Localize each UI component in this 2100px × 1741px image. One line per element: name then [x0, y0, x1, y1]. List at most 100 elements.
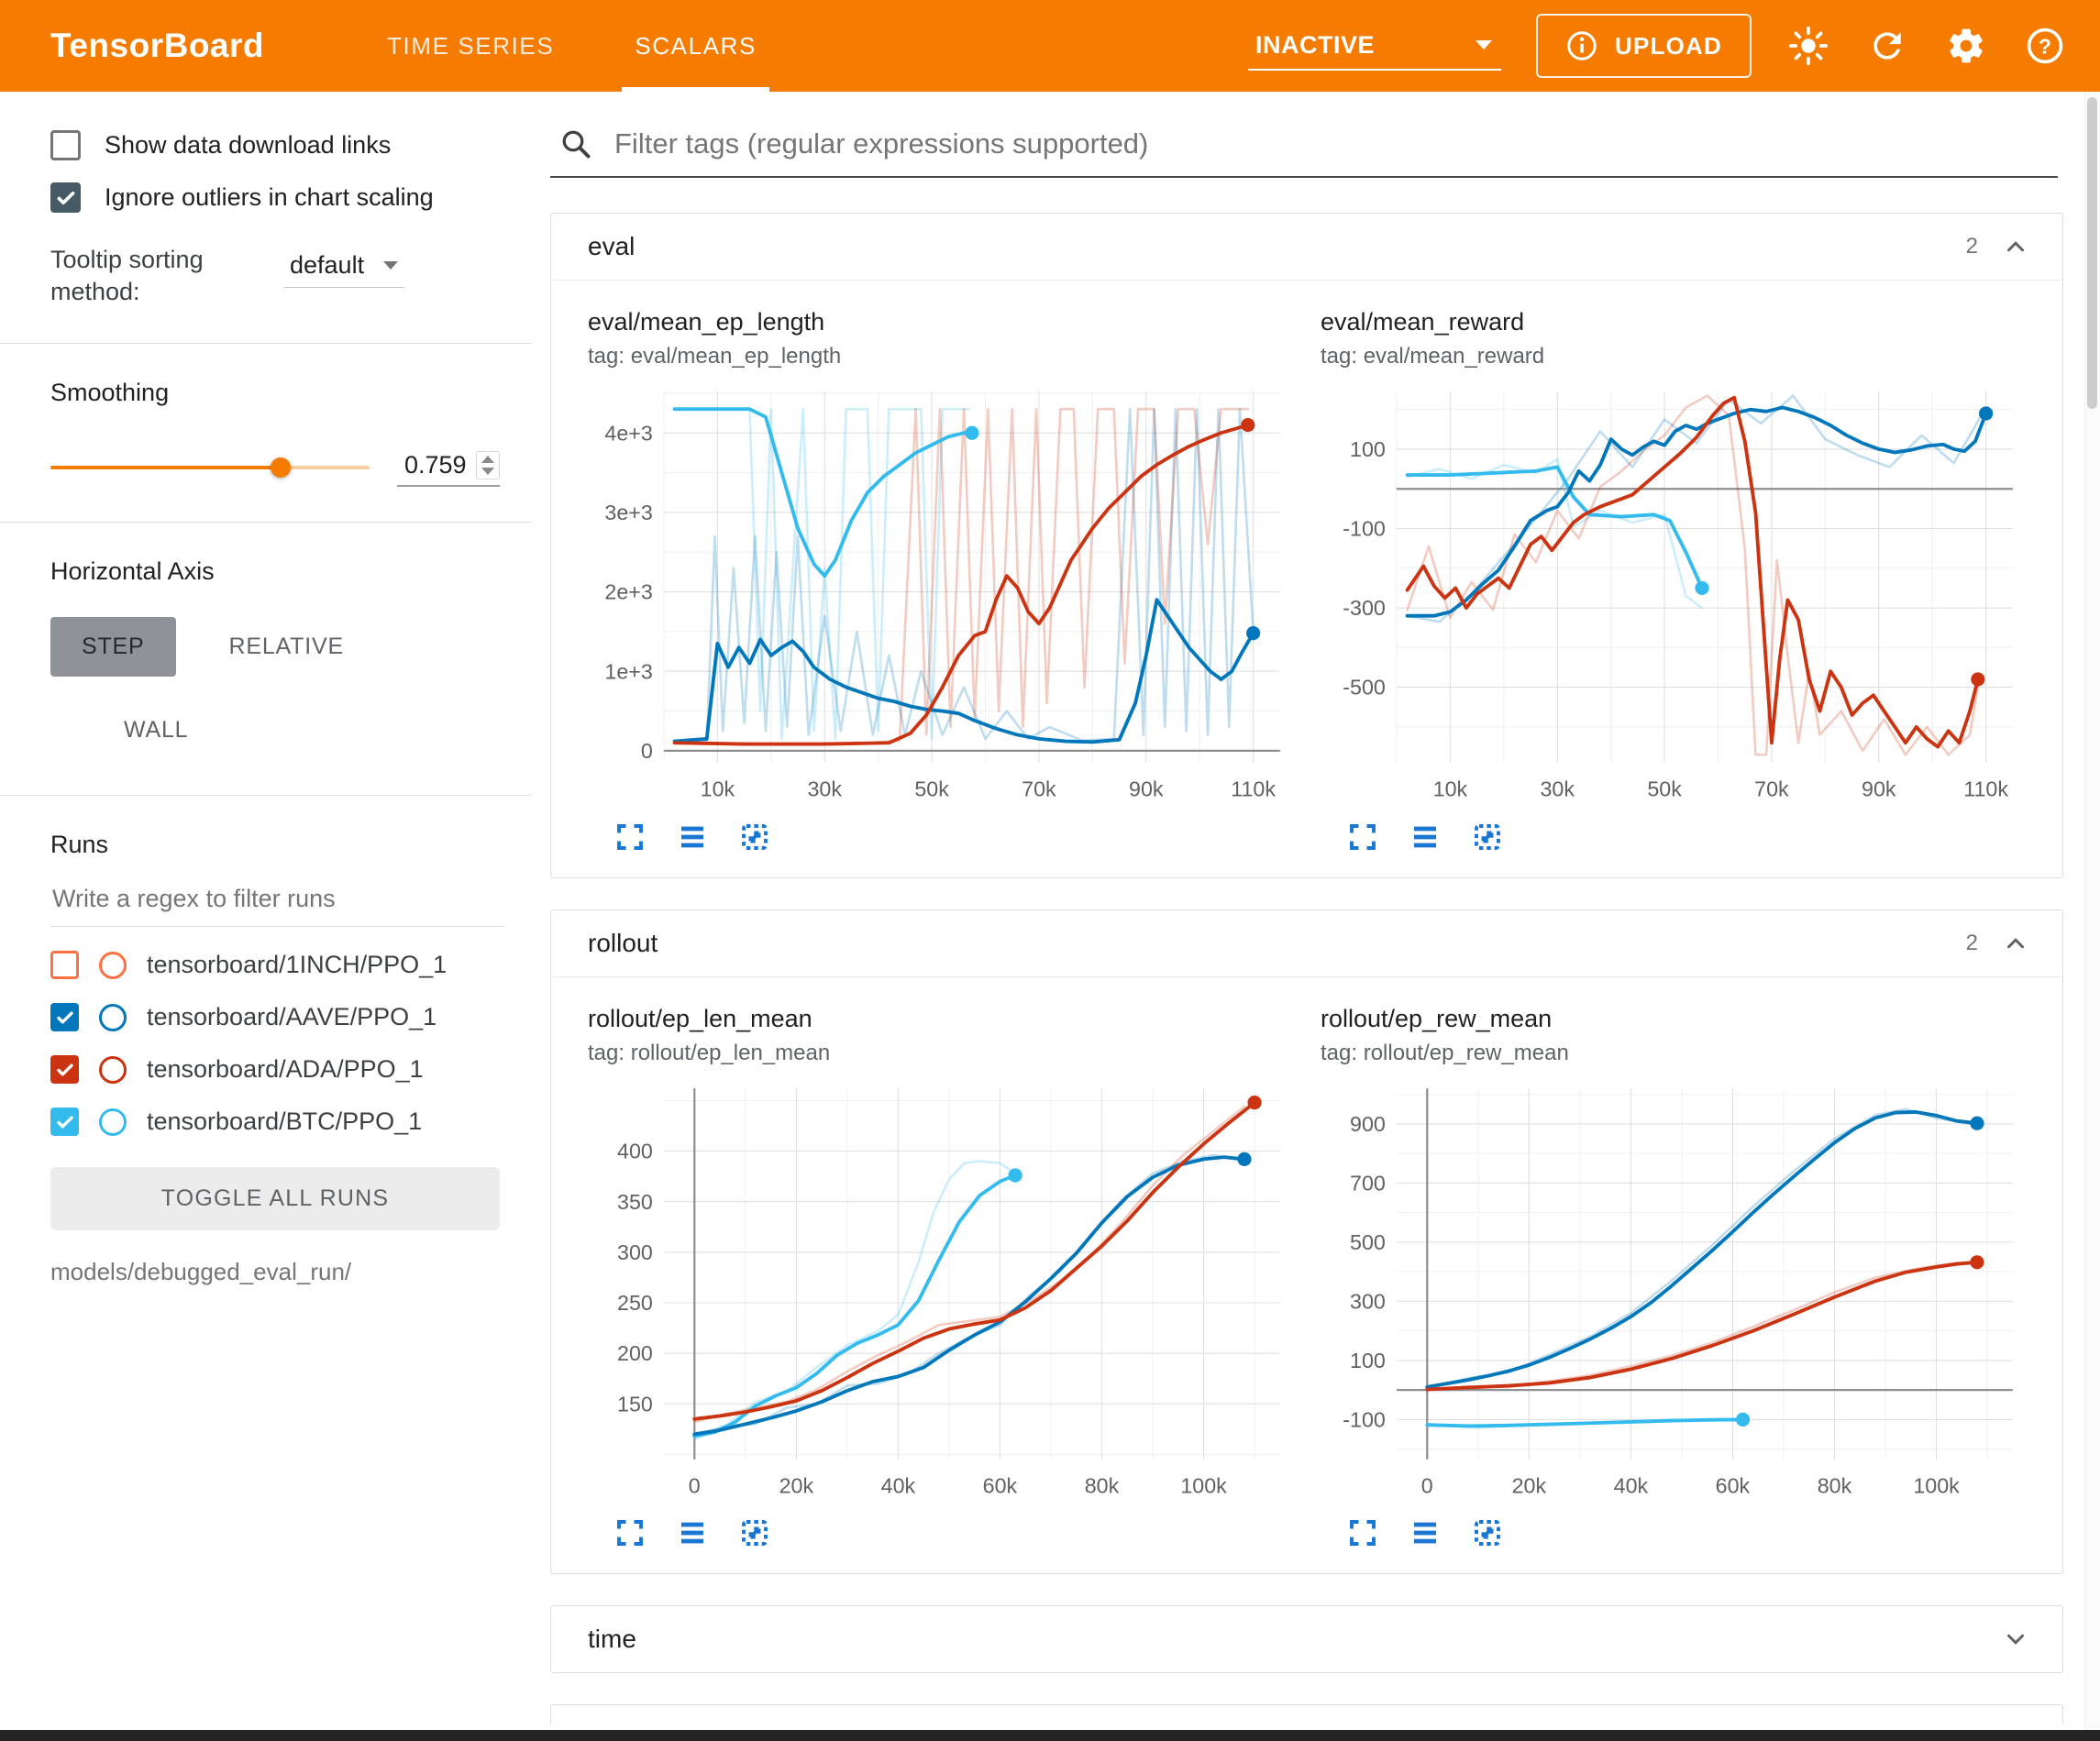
divider [0, 522, 532, 523]
svg-text:40k: 40k [881, 1473, 916, 1497]
data-table-icon[interactable] [1407, 1516, 1443, 1553]
chart-panel-eval-mean-reward: eval/mean_reward tag: eval/mean_reward 1… [1321, 304, 2026, 857]
tab-scalars[interactable]: SCALARS [622, 0, 769, 92]
run-item-btc[interactable]: tensorboard/BTC/PPO_1 [50, 1107, 500, 1136]
svg-text:350: 350 [617, 1189, 653, 1213]
chevron-down-icon [1474, 39, 1494, 51]
svg-text:60k: 60k [983, 1473, 1018, 1497]
fullscreen-icon[interactable] [612, 821, 648, 857]
collapse-section-icon[interactable] [2002, 233, 2029, 260]
scalar-line-chart[interactable]: 10k30k50k70k90k110k01e+32e+33e+34e+3 [588, 379, 1293, 815]
vertical-scrollbar[interactable] [2084, 92, 2100, 1730]
svg-text:-100: -100 [1343, 1407, 1386, 1431]
brightness-icon[interactable] [1786, 24, 1830, 68]
chart-tag: tag: rollout/ep_len_mean [588, 1041, 1293, 1066]
section-title: rollout [588, 929, 658, 958]
smoothing-stepper[interactable] [476, 451, 500, 479]
data-table-icon[interactable] [1407, 821, 1443, 857]
help-icon[interactable]: ? [2023, 24, 2067, 68]
refresh-icon[interactable] [1865, 24, 1909, 68]
settings-icon[interactable] [1944, 24, 1988, 68]
step-down-icon[interactable] [481, 468, 494, 475]
svg-text:30k: 30k [807, 777, 842, 800]
run-color-ring [99, 952, 127, 979]
svg-text:40k: 40k [1614, 1473, 1649, 1497]
run-filter-input[interactable] [50, 879, 503, 927]
svg-text:500: 500 [1350, 1230, 1386, 1254]
smoothing-slider-knob[interactable] [271, 457, 291, 478]
show-download-links-row[interactable]: Show data download links [50, 130, 500, 160]
svg-text:90k: 90k [1862, 777, 1896, 800]
fit-domain-icon[interactable] [736, 1516, 773, 1553]
data-table-icon[interactable] [674, 821, 711, 857]
svg-text:400: 400 [617, 1139, 653, 1163]
tab-time-series[interactable]: TIME SERIES [374, 0, 567, 92]
chart-tag: tag: rollout/ep_rew_mean [1321, 1041, 2026, 1066]
axis-wall-button[interactable]: WALL [111, 700, 201, 760]
upload-button[interactable]: UPLOAD [1536, 14, 1752, 78]
run-checkbox[interactable] [50, 951, 79, 979]
svg-text:80k: 80k [1818, 1473, 1852, 1497]
dashboard-main: eval 2 eval/mean_ep_length tag: eval/mea… [532, 92, 2100, 1730]
section-card-rollout: rollout 2 rollout/ep_len_mean tag: rollo… [550, 909, 2063, 1575]
show-download-links-label: Show data download links [105, 131, 391, 160]
tooltip-sorting-label: Tooltip sorting method: [50, 244, 284, 308]
fullscreen-icon[interactable] [1344, 821, 1381, 857]
run-item-aave[interactable]: tensorboard/AAVE/PPO_1 [50, 1003, 500, 1031]
svg-text:-100: -100 [1343, 517, 1386, 541]
step-up-icon[interactable] [481, 456, 494, 463]
run-label: tensorboard/ADA/PPO_1 [147, 1055, 424, 1084]
fit-domain-icon[interactable] [1469, 821, 1506, 857]
toggle-all-runs-button[interactable]: TOGGLE ALL RUNS [50, 1167, 500, 1230]
run-color-ring [99, 1108, 127, 1136]
tag-filter-input[interactable] [613, 127, 2049, 161]
status-dropdown[interactable]: INACTIVE [1248, 22, 1501, 71]
scalar-line-chart[interactable]: 020k40k60k80k100k150200250300350400 [588, 1075, 1293, 1512]
run-checkbox[interactable] [50, 1107, 79, 1136]
runs-label: Runs [50, 831, 500, 859]
show-download-links-checkbox[interactable] [50, 130, 81, 160]
run-label: tensorboard/BTC/PPO_1 [147, 1107, 422, 1136]
section-header-rollout[interactable]: rollout 2 [551, 910, 2062, 977]
collapse-section-icon[interactable] [2002, 930, 2029, 957]
status-dropdown-value: INACTIVE [1255, 31, 1375, 60]
smoothing-value-input[interactable]: 0.759 [397, 447, 500, 487]
svg-text:70k: 70k [1754, 777, 1789, 800]
svg-text:1e+3: 1e+3 [604, 659, 652, 683]
smoothing-slider[interactable] [50, 466, 370, 469]
app-header: TensorBoard TIME SERIES SCALARS INACTIVE… [0, 0, 2100, 92]
ignore-outliers-row[interactable]: Ignore outliers in chart scaling [50, 182, 500, 213]
fullscreen-icon[interactable] [612, 1516, 648, 1553]
run-item-1inch[interactable]: tensorboard/1INCH/PPO_1 [50, 951, 500, 979]
svg-text:110k: 110k [1963, 777, 2008, 800]
fit-domain-icon[interactable] [736, 821, 773, 857]
svg-text:100k: 100k [1913, 1473, 1960, 1497]
svg-text:900: 900 [1350, 1112, 1386, 1136]
svg-text:3e+3: 3e+3 [604, 501, 652, 524]
data-table-icon[interactable] [674, 1516, 711, 1553]
expand-section-icon[interactable] [2002, 1625, 2029, 1653]
tooltip-sorting-dropdown[interactable]: default [284, 249, 404, 288]
run-checkbox[interactable] [50, 1003, 79, 1031]
svg-text:60k: 60k [1716, 1473, 1751, 1497]
chart-panel-rollout-ep-rew-mean: rollout/ep_rew_mean tag: rollout/ep_rew_… [1321, 1001, 2026, 1554]
fullscreen-icon[interactable] [1344, 1516, 1381, 1553]
section-header-eval[interactable]: eval 2 [551, 214, 2062, 281]
scalar-line-chart[interactable]: 10k30k50k70k90k110k100-100-300-500 [1321, 379, 2026, 815]
axis-relative-button[interactable]: RELATIVE [216, 617, 357, 677]
section-header-time[interactable]: time [551, 1606, 2062, 1672]
fit-domain-icon[interactable] [1469, 1516, 1506, 1553]
info-icon [1565, 29, 1598, 62]
run-item-ada[interactable]: tensorboard/ADA/PPO_1 [50, 1055, 500, 1084]
search-icon [559, 127, 592, 160]
scrollbar-thumb[interactable] [2087, 97, 2097, 409]
axis-step-button[interactable]: STEP [50, 617, 176, 677]
tag-filter-bar [550, 116, 2058, 178]
run-checkbox[interactable] [50, 1055, 79, 1084]
section-card-eval: eval 2 eval/mean_ep_length tag: eval/mea… [550, 213, 2063, 878]
ignore-outliers-checkbox[interactable] [50, 182, 81, 213]
svg-text:0: 0 [1421, 1473, 1433, 1497]
settings-sidebar: Show data download links Ignore outliers… [0, 92, 532, 1730]
scalar-line-chart[interactable]: 020k40k60k80k100k-100100300500700900 [1321, 1075, 2026, 1512]
smoothing-label: Smoothing [50, 379, 500, 407]
